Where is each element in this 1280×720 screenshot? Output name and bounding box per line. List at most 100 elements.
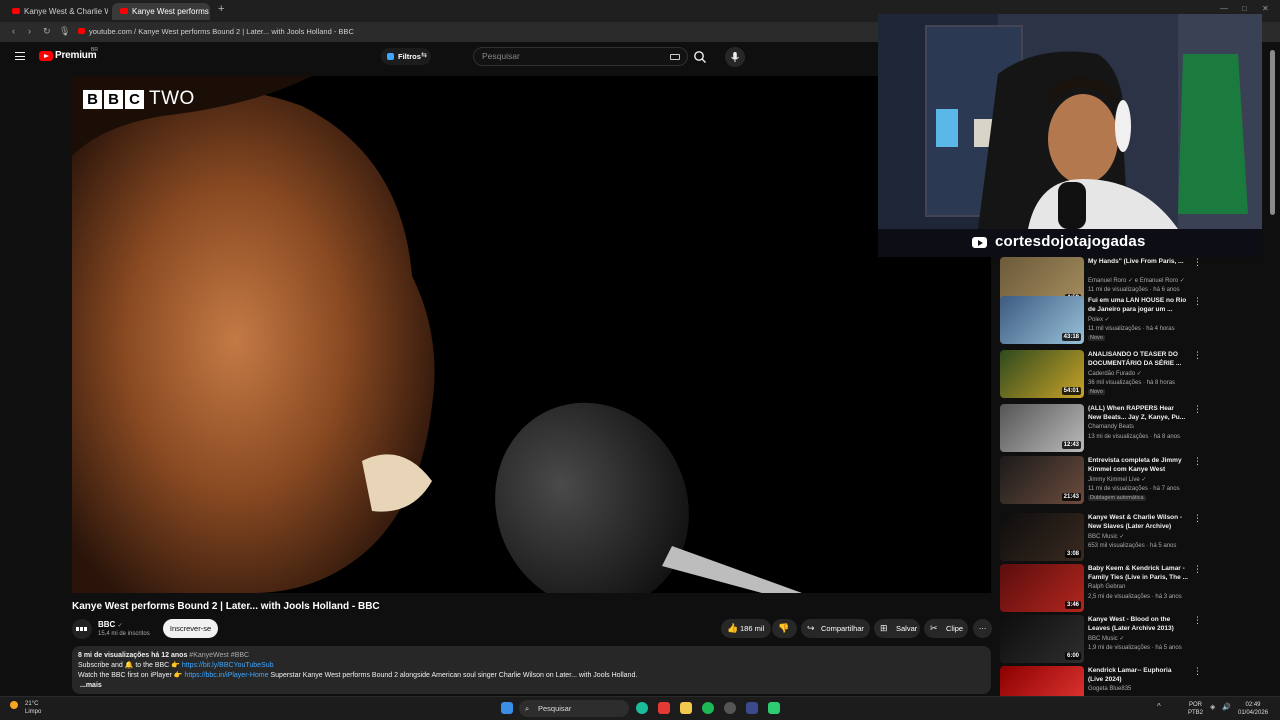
recommended-channel[interactable]: Chamandy Beats (1088, 424, 1134, 430)
recommended-channel[interactable]: BBC Music ✓ (1088, 533, 1124, 540)
tray-chevron-icon[interactable]: ^ (1157, 702, 1161, 711)
recommended-title[interactable]: (ALL) When RAPPERS Hear New Beats... Jay… (1088, 404, 1188, 422)
recommended-title[interactable]: Kanye West & Charlie Wilson - New Slaves… (1088, 513, 1188, 531)
filter-app-icon (387, 53, 394, 60)
recommended-title[interactable]: ANALISANDO O TEASER DO DOCUMENTÁRIO DA S… (1088, 350, 1188, 368)
video-description[interactable]: 8 mi de visualizações há 12 anos #KanyeW… (72, 646, 991, 694)
recommended-video[interactable]: 3:08 Kanye West & Charlie Wilson - New Sl… (1000, 513, 1210, 563)
search-icon[interactable] (693, 50, 707, 64)
recommended-video[interactable]: 54:01 ANALISANDO O TEASER DO DOCUMENTÁRIO… (1000, 350, 1210, 400)
recommended-title[interactable]: Kendrick Lamar-- Euphoria (Live 2024) (1088, 666, 1188, 684)
recommended-channel[interactable]: Ralph Gebran (1088, 584, 1125, 590)
save-button[interactable]: ⊞ Salvar (874, 619, 920, 638)
close-icon[interactable]: ✕ (1262, 4, 1269, 13)
video-thumbnail[interactable]: 12:43 (1000, 404, 1084, 452)
filters-button[interactable]: Filtros ⇆ (381, 48, 431, 65)
share-button[interactable]: ↪ Compartilhar (801, 619, 870, 638)
scrollbar[interactable] (1270, 50, 1275, 215)
app-icon[interactable] (768, 702, 780, 714)
video-thumbnail[interactable]: 43:18 (1000, 296, 1084, 344)
reload-icon[interactable]: ↻ (43, 26, 51, 37)
weather-condition: Limpo (25, 709, 42, 715)
menu-icon[interactable] (15, 52, 25, 60)
url-field[interactable]: youtube.com / Kanye West performs Bound … (89, 27, 354, 36)
file-explorer-icon[interactable] (680, 702, 692, 714)
forward-icon[interactable]: › (28, 26, 31, 36)
more-options-icon[interactable]: ⋮ (1193, 615, 1202, 626)
video-duration: 43:18 (1061, 333, 1081, 341)
copilot-icon[interactable] (636, 702, 648, 714)
recommended-video[interactable]: 43:18 Fui em uma LAN HOUSE no Rio de Jane… (1000, 296, 1210, 346)
back-icon[interactable]: ‹ (12, 26, 15, 36)
recommended-channel[interactable]: Emanuel Roro ✓ e Emanuel Roro ✓ (1088, 277, 1185, 284)
hashtags[interactable]: #KanyeWest #BBC (189, 652, 249, 659)
youtube-favicon-icon (120, 8, 128, 14)
description-line-3: Watch the BBC first on iPlayer 👉 https:/… (78, 671, 985, 681)
video-thumbnail[interactable]: 3:46 (1000, 564, 1084, 612)
recommended-channel[interactable]: Caderdão Furado ✓ (1088, 370, 1142, 377)
clock[interactable]: 02:49 01/04/2026 (1238, 701, 1268, 717)
more-options-icon[interactable]: ⋮ (1193, 513, 1202, 524)
iplayer-link[interactable]: https://bbc.in/iPlayer-Home (185, 672, 269, 679)
more-actions-button[interactable]: ⋯ (973, 619, 992, 638)
keyboard-icon[interactable] (670, 54, 680, 60)
dislike-button[interactable]: 👎 (772, 619, 797, 638)
channel-name[interactable]: BBC ✓ (98, 620, 123, 629)
minimize-icon[interactable]: — (1220, 4, 1228, 13)
recommended-channel[interactable]: Gogeta Blue835 (1088, 686, 1131, 692)
mic-icon[interactable]: 🎙 (59, 26, 70, 37)
vivaldi-icon[interactable] (658, 702, 670, 714)
recommended-views: 11 mil visualizações · há 4 horas (1088, 326, 1175, 332)
recommended-channel[interactable]: Jimmy Kimmel Live ✓ (1088, 476, 1146, 483)
more-options-icon[interactable]: ⋮ (1193, 564, 1202, 575)
more-options-icon[interactable]: ⋮ (1193, 404, 1202, 415)
recommended-video[interactable]: 21:43 Entrevista completa de Jimmy Kimmel… (1000, 456, 1210, 506)
more-options-icon[interactable]: ⋮ (1193, 350, 1202, 361)
video-thumbnail[interactable]: 21:43 (1000, 456, 1084, 504)
recommended-video[interactable]: 3:46 Baby Keem & Kendrick Lamar - Family … (1000, 564, 1210, 614)
recommended-video[interactable]: 6:00 Kanye West - Blood on the Leaves (La… (1000, 615, 1210, 665)
recommended-title[interactable]: My Hands" (Live From Paris, ... (1088, 257, 1188, 266)
recommended-title[interactable]: Baby Keem & Kendrick Lamar - Family Ties… (1088, 564, 1188, 582)
weather-widget[interactable]: 21°C Limpo (25, 700, 41, 716)
language-code: POR (1189, 702, 1203, 708)
youtube-logo-icon[interactable] (39, 51, 53, 61)
video-thumbnail[interactable]: 3:08 (1000, 513, 1084, 561)
start-menu-icon[interactable] (501, 702, 513, 714)
maximize-icon[interactable]: □ (1242, 4, 1247, 13)
obs-icon[interactable] (724, 702, 736, 714)
network-icon[interactable]: ◈ (1210, 703, 1215, 711)
recommended-channel[interactable]: Polex ✓ (1088, 316, 1110, 323)
video-thumbnail[interactable]: 54:01 (1000, 350, 1084, 398)
subscribe-button[interactable]: Inscrever-se (163, 619, 218, 638)
channel-avatar[interactable] (72, 619, 92, 639)
taskbar-search[interactable]: ⌕ Pesquisar (519, 700, 629, 717)
volume-icon[interactable]: 🔊 (1222, 703, 1231, 711)
search-input[interactable]: Pesquisar (473, 47, 688, 66)
video-player[interactable]: B B C TWO (72, 76, 991, 593)
language-indicator[interactable]: POR PTB2 (1188, 701, 1203, 717)
spotify-icon[interactable] (702, 702, 714, 714)
like-button[interactable]: 👍 186 mil (721, 619, 771, 638)
browser-tab-2[interactable]: Kanye West performs Bo (112, 3, 210, 20)
video-thumbnail[interactable]: 6:00 (1000, 615, 1084, 663)
more-options-icon[interactable]: ⋮ (1193, 257, 1202, 268)
weather-icon[interactable] (10, 701, 18, 709)
recommended-badge: Dublagem automática (1088, 495, 1146, 501)
more-options-icon[interactable]: ⋮ (1193, 296, 1202, 307)
recommended-title[interactable]: Fui em uma LAN HOUSE no Rio de Janeiro p… (1088, 296, 1188, 314)
recommended-channel[interactable]: BBC Music ✓ (1088, 635, 1124, 642)
description-summary: Superstar Kanye West performs Bound 2 al… (270, 672, 638, 679)
discord-icon[interactable] (746, 702, 758, 714)
new-tab-button[interactable]: + (218, 3, 224, 15)
more-options-icon[interactable]: ⋮ (1193, 666, 1202, 677)
recommended-title[interactable]: Entrevista completa de Jimmy Kimmel com … (1088, 456, 1188, 474)
recommended-video[interactable]: 12:43 (ALL) When RAPPERS Hear New Beats..… (1000, 404, 1210, 454)
more-options-icon[interactable]: ⋮ (1193, 456, 1202, 467)
show-more-link[interactable]: ...mais (78, 681, 985, 691)
voice-search-icon[interactable] (725, 47, 745, 67)
clip-button[interactable]: ✂ Clipe (924, 619, 968, 638)
browser-tab-1[interactable]: Kanye West & Charlie Wi (4, 3, 108, 20)
recommended-title[interactable]: Kanye West - Blood on the Leaves (Later … (1088, 615, 1188, 633)
subscribe-link[interactable]: https://bit.ly/BBCYouTubeSub (182, 662, 274, 669)
